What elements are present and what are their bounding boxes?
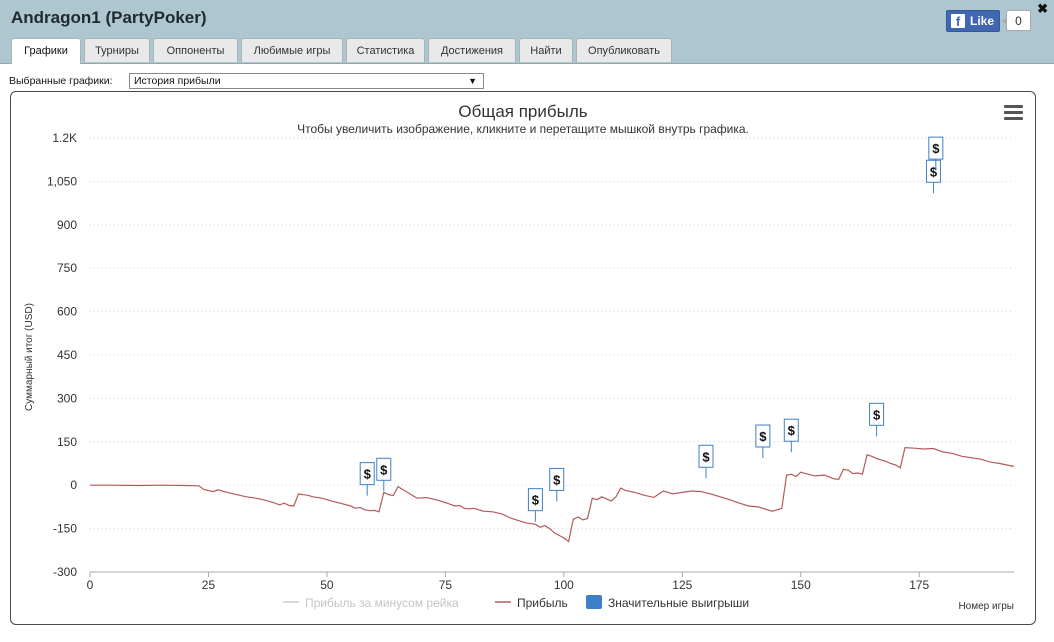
chart-menu-icon[interactable]	[1004, 105, 1023, 121]
chart-panel	[10, 91, 1036, 625]
facebook-like-button[interactable]: f Like	[946, 10, 1000, 32]
chart-selector-label: Выбранные графики:	[9, 75, 113, 87]
facebook-like-label: Like	[970, 14, 995, 28]
tab-opponents[interactable]: Оппоненты	[153, 38, 238, 62]
tab-tournaments[interactable]: Турниры	[84, 38, 150, 62]
profile-window: Andragon1 (PartyPoker) ✖ f Like 0 График…	[0, 0, 1054, 642]
tab-publish[interactable]: Опубликовать	[576, 38, 672, 62]
chart-type-select-value: История прибыли	[134, 75, 221, 87]
tab-find[interactable]: Найти	[519, 38, 573, 62]
tab-achievements[interactable]: Достижения	[428, 38, 516, 62]
tab-charts[interactable]: Графики	[11, 38, 81, 64]
chart-type-select[interactable]: История прибыли ▼	[129, 73, 484, 89]
tab-favorite-games[interactable]: Любимые игры	[241, 38, 343, 62]
dropdown-arrow-icon: ▼	[468, 76, 477, 86]
close-icon[interactable]: ✖	[1037, 1, 1048, 17]
facebook-like-count: 0	[1002, 10, 1031, 31]
window-title: Andragon1 (PartyPoker)	[11, 8, 207, 27]
tab-statistics[interactable]: Статистика	[346, 38, 425, 62]
facebook-icon: f	[951, 14, 965, 29]
window-titlebar: Andragon1 (PartyPoker) ✖ f Like 0 График…	[0, 0, 1054, 64]
